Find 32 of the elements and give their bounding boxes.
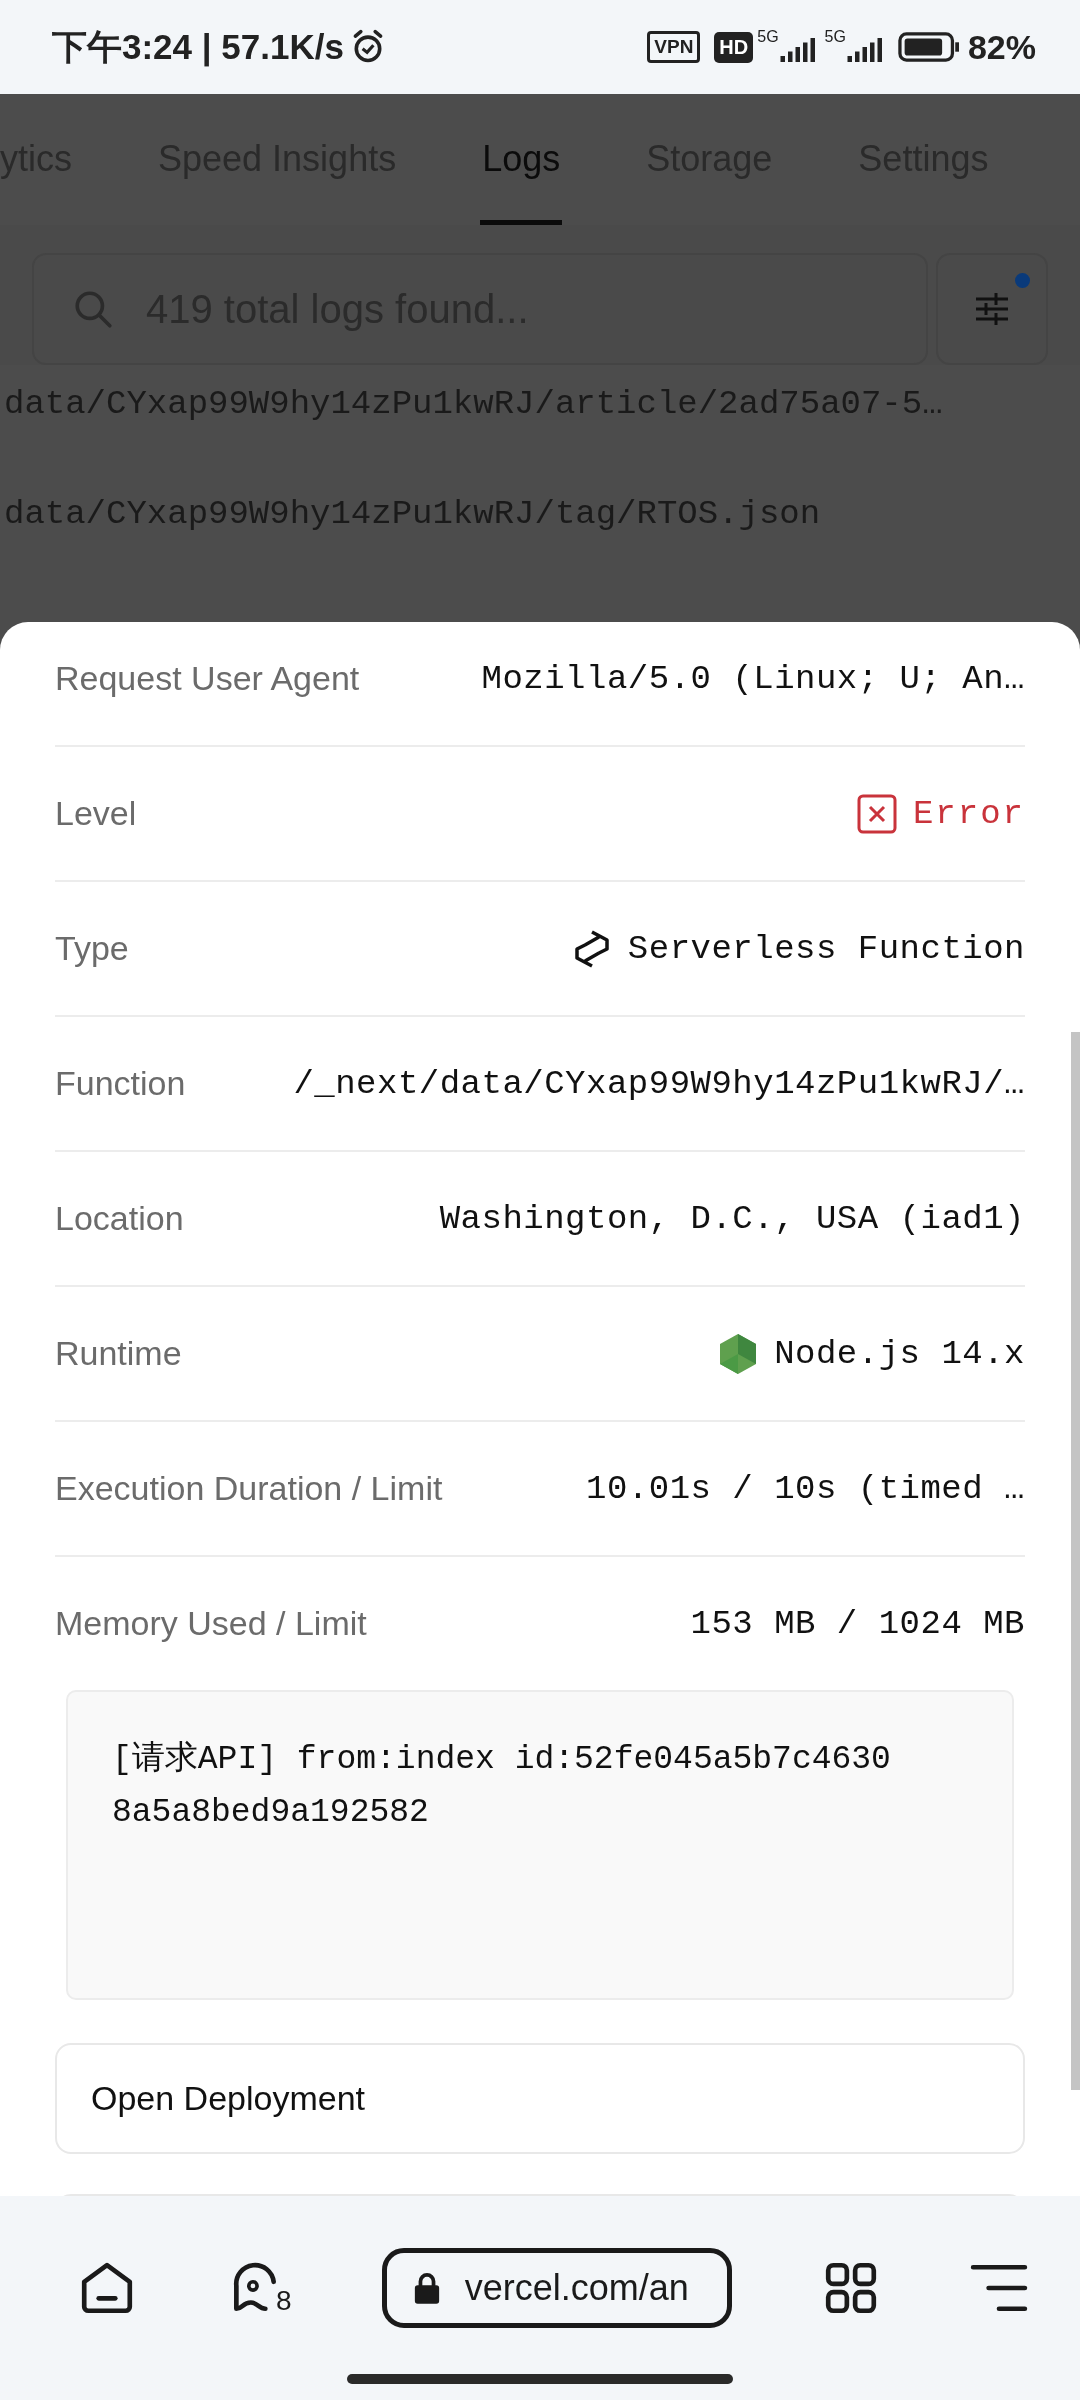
error-icon: [856, 793, 897, 834]
detail-label: Execution Duration / Limit: [55, 1469, 443, 1508]
detail-label: Runtime: [55, 1334, 182, 1373]
lock-icon: [412, 2271, 441, 2305]
battery-percent: 82%: [967, 27, 1036, 67]
detail-value: /_next/data/CYxap99W9hy14zPu1kwRJ/…: [293, 1064, 1025, 1103]
battery-icon: [897, 32, 960, 62]
detail-value: 153 MB / 1024 MB: [690, 1604, 1025, 1643]
detail-label: Location: [55, 1199, 184, 1238]
signal-icon: [845, 37, 882, 63]
address-bar[interactable]: vercel.com/an: [381, 2248, 732, 2328]
hd-badge: HD: [714, 31, 754, 63]
network-type: 5G: [824, 28, 846, 46]
detail-value: Error: [912, 794, 1025, 833]
tabs-button[interactable]: 8: [226, 2259, 292, 2317]
network-type: 5G: [757, 28, 779, 46]
detail-value: Mozilla/5.0 (Linux; U; An…: [481, 659, 1025, 698]
detail-label: Function: [55, 1064, 186, 1103]
search-icon: [72, 288, 114, 330]
signal-icon: [778, 37, 815, 63]
detail-label: Request User Agent: [55, 659, 360, 698]
status-time: 下午3:24 | 57.1K/s: [52, 25, 344, 69]
detail-value: 10.01s / 10s (timed …: [586, 1469, 1025, 1508]
detail-value: Serverless Function: [627, 929, 1025, 968]
detail-value: Washington, D.C., USA (iad1): [439, 1199, 1025, 1238]
detail-label: Level: [55, 794, 137, 833]
log-message: [请求API] from:index id:52fe045a5b7c46308a5a8bed9a192582: [66, 1690, 1014, 2000]
detail-label: Type: [55, 929, 129, 968]
detail-value: Node.js 14.x: [774, 1334, 1025, 1373]
detail-label: Memory Used / Limit: [55, 1604, 367, 1643]
vpn-badge: VPN: [647, 31, 701, 63]
open-deployment-button[interactable]: Open Deployment: [55, 2043, 1025, 2154]
